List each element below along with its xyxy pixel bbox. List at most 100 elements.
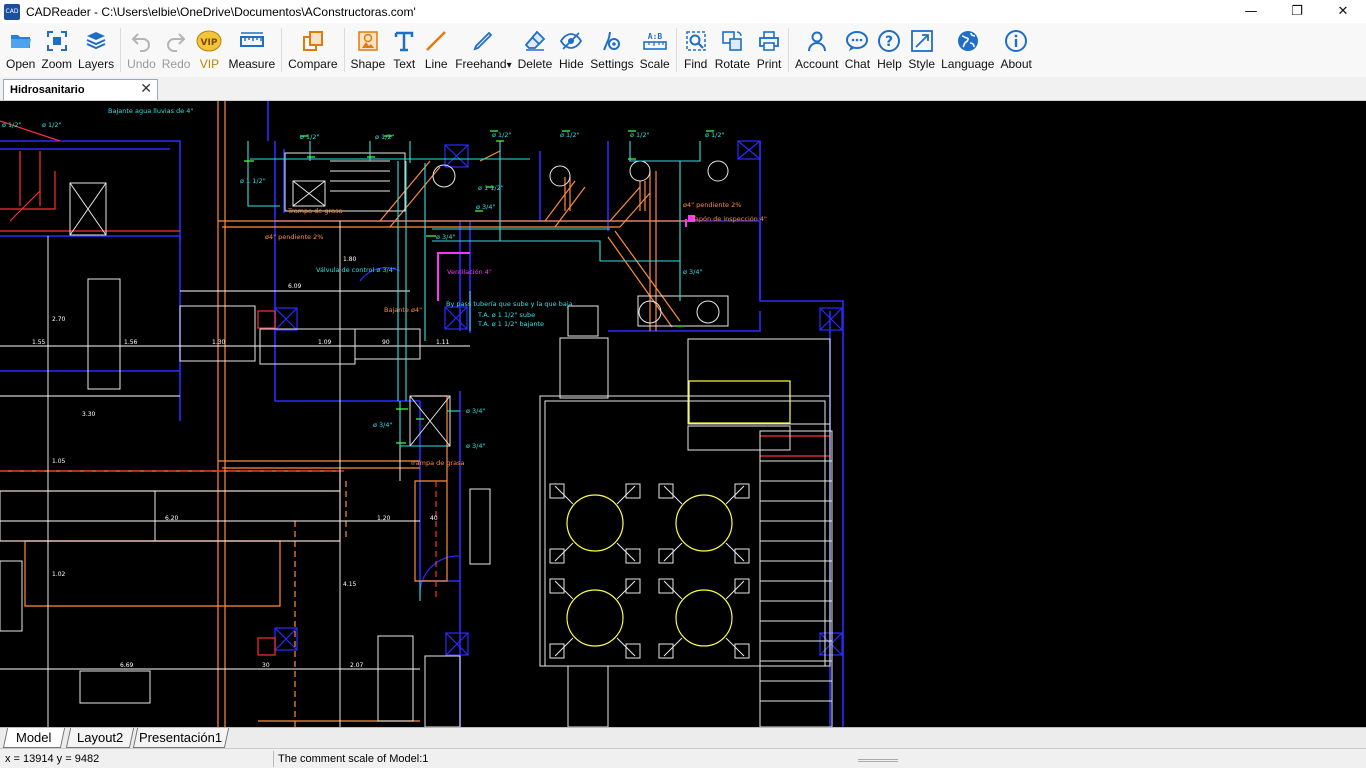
app-logo: CAD [4,3,20,20]
layers-label: Layers [78,57,115,71]
compare-button[interactable]: Compare [285,23,340,77]
annotation: ø 1/2" [300,133,320,141]
annotation: ø 3/4" [373,421,393,429]
zoom-button[interactable]: Zoom [38,23,75,77]
title-bar: CAD CADReader - C:\Users\elbie\OneDrive\… [0,0,1366,23]
annotation-downpipe-4: Bajante ø4" [384,306,422,314]
status-divider [273,751,274,767]
measure-label: Measure [228,57,276,71]
annotation-control-valve: Válvula de control ø 3/4" [316,266,396,274]
window-title: CADReader - C:\Users\elbie\OneDrive\Docu… [26,4,416,19]
pen-icon [470,28,496,54]
status-grip [858,759,898,762]
annotation-downpipe: Bajante agua lluvias de 4" [108,107,193,115]
language-label: Language [941,57,995,71]
help-button[interactable]: ? Help [873,23,905,77]
account-button[interactable]: Account [792,23,841,77]
annotation: ø 3/4" [436,233,456,241]
annotation: ø 1/2" [2,121,22,129]
dimension-label: 6.20 [165,515,179,522]
line-button[interactable]: Line [420,23,452,77]
close-icon[interactable]: ✕ [140,81,152,97]
walls-layer [0,101,844,727]
document-tab-label: Hidrosanitario [10,84,85,96]
vip-button[interactable]: VIP VIP [193,23,225,77]
style-label: Style [908,57,936,71]
layers-button[interactable]: Layers [75,23,117,77]
annotation-bypass: By pass tubería que sube y la que baja [446,300,573,308]
dimension-label: 4.15 [343,581,357,588]
annotation: ø 1/2" [42,121,62,129]
annotation: ø 3/4" [476,203,496,211]
undo-label: Undo [127,57,156,71]
rotate-button[interactable]: Rotate [712,23,753,77]
close-window-button[interactable]: ✕ [1320,0,1366,23]
freehand-button[interactable]: Freehand▾ [452,23,514,77]
compare-label: Compare [288,57,338,71]
style-icon [909,28,935,54]
measure-button[interactable]: Measure [225,23,278,77]
scale-label: Scale [639,57,670,71]
print-button[interactable]: Print [753,23,785,77]
document-tabstrip: Hidrosanitario ✕ [0,77,1366,101]
annotation-grease-trap: Trampa de grasa [287,207,343,215]
freehand-label: Freehand▾ [455,57,511,71]
document-tab-hidrosanitario[interactable]: Hidrosanitario ✕ [3,79,158,100]
dimension-label: 2.07 [350,662,364,669]
annotation: ø 1/2" [705,131,725,139]
about-label: About [1000,57,1032,71]
hide-label: Hide [558,57,584,71]
dimension-label: 30 [262,662,270,669]
annotation: ø 1/2" [492,131,512,139]
redo-label: Redo [161,57,191,71]
account-label: Account [795,57,839,71]
about-button[interactable]: About [997,23,1034,77]
text-button[interactable]: Text [388,23,420,77]
dimension-label: 2.70 [52,316,66,323]
dimension-label: 90 [382,339,390,346]
redo-button[interactable]: Redo [159,23,194,77]
chat-label: Chat [844,57,871,71]
tab-presentacion1[interactable]: Presentación1 [132,728,230,748]
scale-button[interactable]: A:B Scale [637,23,673,77]
undo-button[interactable]: Undo [124,23,159,77]
chevron-down-icon[interactable]: ▾ [507,60,512,71]
chat-button[interactable]: Chat [841,23,873,77]
toolbar-separator [675,28,677,72]
language-button[interactable]: Language [938,23,997,77]
annotation: ø 3/4" [683,268,703,276]
dimension-label: 1.56 [124,339,138,346]
settings-button[interactable]: Settings [587,23,636,77]
freehand-label-text: Freehand [455,57,507,71]
printer-icon [756,28,782,54]
dimension-label: 1.20 [377,515,391,522]
globe-icon [955,28,981,54]
style-button[interactable]: Style [905,23,938,77]
annotation-slope: ø4" pendiente 2% [683,201,741,209]
zoom-label: Zoom [41,57,73,71]
open-button[interactable]: Open [3,23,38,77]
tab-layout2[interactable]: Layout2 [65,728,135,748]
find-label: Find [684,57,708,71]
chairs [549,483,750,659]
annotation: ø 1/2" [630,131,650,139]
minimize-button[interactable]: — [1228,0,1274,23]
delete-button[interactable]: Delete [515,23,556,77]
scale-icon: A:B [642,28,668,54]
shape-icon [355,28,381,54]
annotation-grease-trap: Trampa de grasa [409,459,465,467]
hide-button[interactable]: Hide [555,23,587,77]
toolbar-separator [788,28,790,72]
shape-button[interactable]: Shape [348,23,389,77]
comment-scale: The comment scale of Model:1 [278,753,429,765]
drawing-canvas[interactable]: Bajante agua lluvias de 4" ø 1/2" ø 1/2"… [0,101,1366,727]
tab-model[interactable]: Model [2,728,66,748]
vip-badge-icon: VIP [196,28,222,54]
restore-button[interactable]: ❐ [1274,0,1320,23]
rotate-label: Rotate [714,57,751,71]
print-label: Print [756,57,782,71]
help-label: Help [877,57,902,71]
dimension-label: 3.30 [82,411,96,418]
find-button[interactable]: Find [680,23,712,77]
line-icon [423,28,449,54]
